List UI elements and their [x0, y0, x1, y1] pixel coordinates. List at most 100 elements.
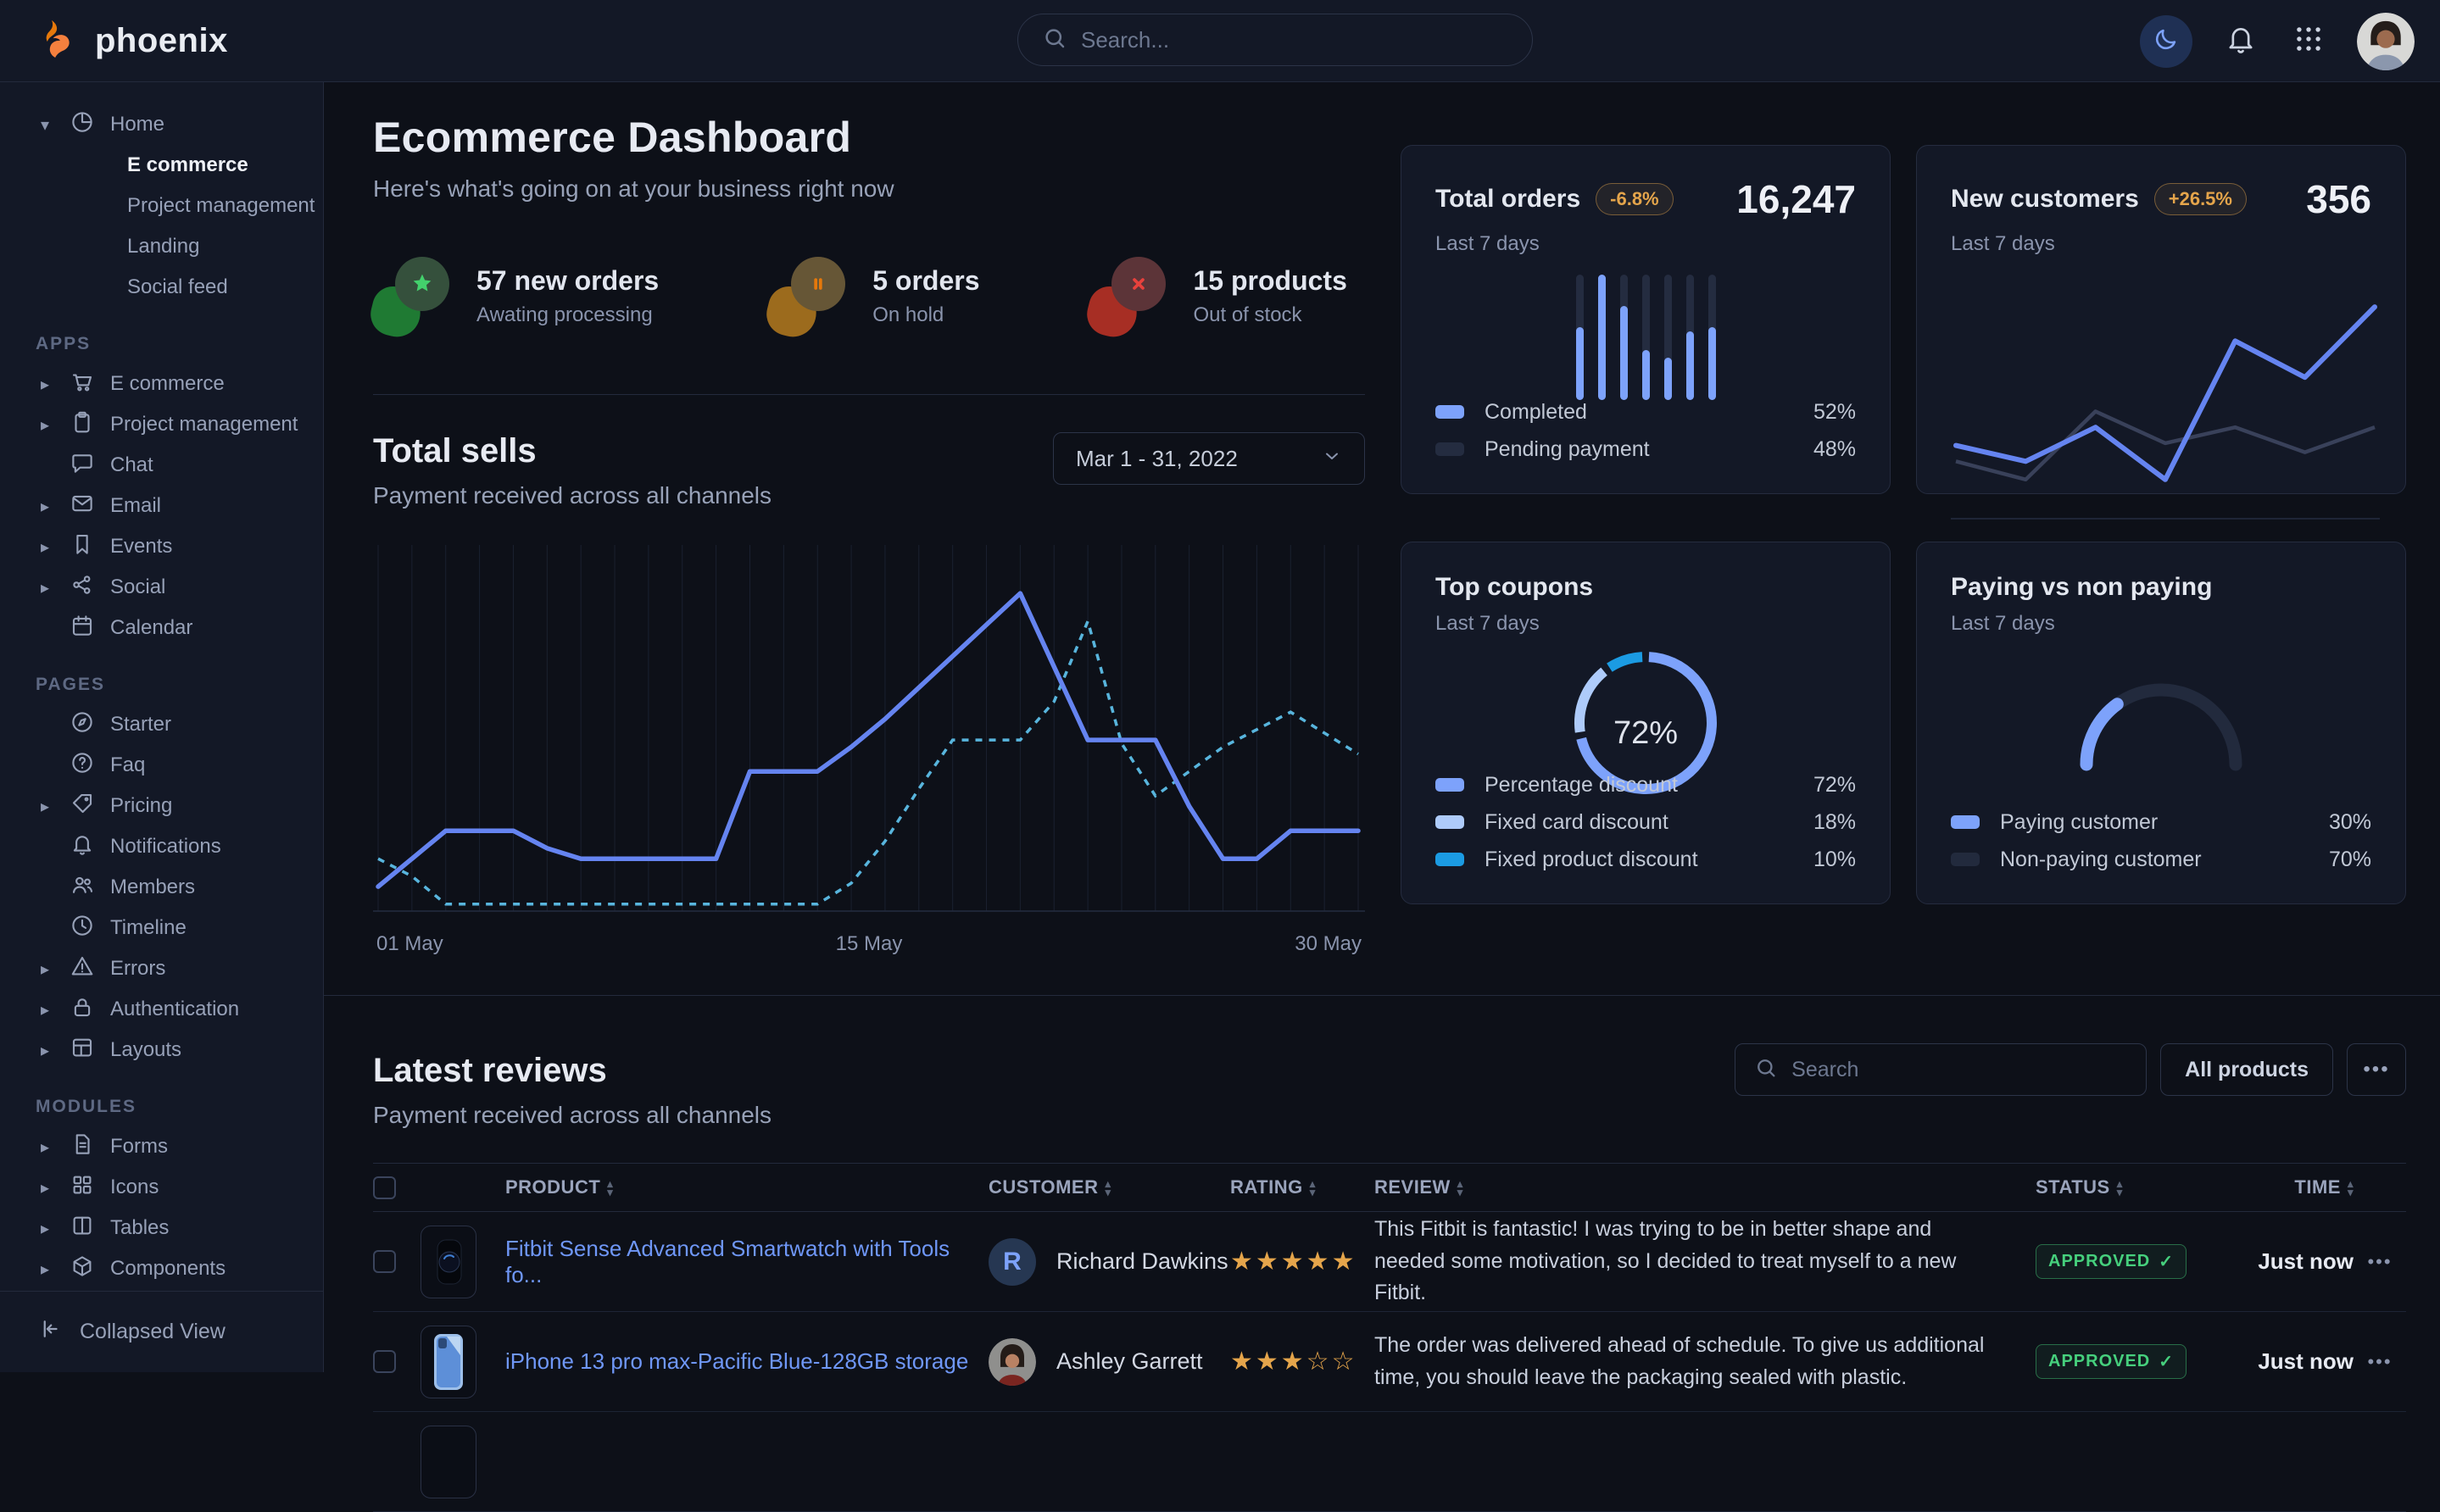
sidebar-section-label: APPS	[0, 325, 323, 364]
sidebar-item-chat[interactable]: ▸Chat	[0, 445, 323, 486]
new-customers-value: 356	[2306, 176, 2371, 222]
sidebar-item-icons[interactable]: ▸Icons	[0, 1167, 323, 1208]
user-avatar[interactable]	[2357, 13, 2415, 70]
sidebar-item-faq[interactable]: ▸Faq	[0, 745, 323, 786]
global-search[interactable]	[1017, 14, 1533, 66]
sidebar-subitem-social-feed[interactable]: Social feed	[0, 267, 323, 308]
paying-legend: Paying customer30% Non-paying customer 70%	[1951, 803, 2371, 878]
stat-awating-processing: 57 new ordersAwating processing	[373, 257, 659, 335]
new-customers-delta-badge: +26.5%	[2154, 183, 2247, 215]
date-range-select[interactable]: Mar 1 - 31, 2022	[1053, 432, 1365, 485]
sidebar-item-errors[interactable]: ▸Errors	[0, 948, 323, 989]
caret-right-icon: ▸	[36, 536, 54, 558]
order-stats-row: 57 new ordersAwating processing5 ordersO…	[373, 257, 1365, 335]
sidebar-item-label: Pricing	[110, 794, 172, 818]
column-header-status[interactable]: STATUS▴▾	[2036, 1176, 2226, 1198]
apps-grid-button[interactable]	[2289, 22, 2328, 61]
caret-right-icon: ▸	[36, 414, 54, 436]
order-bar	[1708, 275, 1716, 400]
order-bar	[1598, 275, 1606, 400]
product-link[interactable]: Fitbit Sense Advanced Smartwatch with To…	[505, 1236, 950, 1287]
paying-title: Paying vs non paying	[1951, 573, 2212, 602]
review-row	[373, 1412, 2406, 1512]
column-header-review[interactable]: REVIEW▴▾	[1374, 1176, 2036, 1198]
all-products-button[interactable]: All products	[2160, 1043, 2333, 1096]
question-circle-icon	[70, 750, 95, 781]
sidebar-item-social[interactable]: ▸Social	[0, 567, 323, 608]
column-header-product[interactable]: PRODUCT▴▾	[505, 1176, 989, 1198]
column-header-rating[interactable]: RATING▴▾	[1230, 1176, 1374, 1198]
caret-right-icon: ▸	[36, 796, 54, 817]
check-icon: ✓	[2159, 1351, 2174, 1372]
row-actions-button[interactable]: •••	[2354, 1251, 2406, 1273]
new-customers-period: Last 7 days	[1951, 232, 2371, 256]
clipboard-icon	[70, 409, 95, 441]
rating-stars: ★★★★★	[1230, 1247, 1374, 1276]
notifications-button[interactable]	[2221, 22, 2260, 61]
donut-center-value: 72%	[1565, 715, 1726, 752]
legend-value: 70%	[2329, 848, 2371, 872]
sidebar-subitem-e-commerce[interactable]: E commerce	[0, 145, 323, 186]
global-search-input[interactable]	[1081, 27, 1508, 53]
collapse-view-button[interactable]: Collapsed View	[0, 1291, 323, 1372]
column-header-customer[interactable]: CUSTOMER▴▾	[989, 1176, 1230, 1198]
sidebar-item-members[interactable]: ▸Members	[0, 867, 323, 908]
sidebar-item-calendar[interactable]: ▸Calendar	[0, 608, 323, 648]
sidebar-item-pricing[interactable]: ▸ Pricing	[0, 786, 323, 826]
reviews-search[interactable]	[1735, 1043, 2147, 1096]
select-all-checkbox[interactable]	[373, 1176, 396, 1199]
sidebar-item-components[interactable]: ▸Components	[0, 1248, 323, 1289]
axis-tick-label: 01 May	[376, 932, 443, 956]
sidebar-item-authentication[interactable]: ▸Authentication	[0, 989, 323, 1030]
reviews-table-header: PRODUCT▴▾CUSTOMER▴▾RATING▴▾REVIEW▴▾STATU…	[373, 1163, 2406, 1212]
row-actions-button[interactable]: •••	[2354, 1351, 2406, 1373]
sidebar-item-starter[interactable]: ▸Starter	[0, 704, 323, 745]
total-sells-title: Total sells	[373, 432, 772, 470]
sidebar-item-forms[interactable]: ▸Forms	[0, 1126, 323, 1167]
top-navbar: phoenix	[0, 0, 2440, 82]
legend-label: Non-paying customer	[2000, 848, 2202, 872]
row-checkbox[interactable]	[373, 1250, 396, 1273]
customer-avatar	[989, 1338, 1036, 1386]
sidebar-item-timeline[interactable]: ▸Timeline	[0, 908, 323, 948]
sidebar-item-label: Components	[110, 1257, 226, 1281]
legend-row: Paying customer30%	[1951, 803, 2371, 841]
sidebar-item-project-management[interactable]: ▸Project management	[0, 404, 323, 445]
product-link[interactable]: iPhone 13 pro max-Pacific Blue-128GB sto…	[505, 1348, 968, 1374]
latest-reviews-subtitle: Payment received across all channels	[373, 1102, 2406, 1129]
sidebar-item-layouts[interactable]: ▸Layouts	[0, 1030, 323, 1070]
total-orders-legend: Completed52%Pending payment48%	[1435, 393, 1856, 468]
legend-swatch	[1435, 442, 1464, 456]
reviews-more-button[interactable]: •••	[2347, 1043, 2406, 1096]
stat-value: 5 orders	[872, 265, 979, 297]
legend-swatch	[1435, 815, 1464, 829]
reviews-search-input[interactable]	[1791, 1058, 2127, 1082]
legend-row: Fixed card discount18%	[1435, 803, 1856, 841]
sidebar-subitem-project-management[interactable]: Project management	[0, 186, 323, 226]
customer-name: Richard Dawkins	[1056, 1248, 1228, 1275]
legend-label: Pending payment	[1485, 437, 1650, 462]
page-subtitle: Here's what's going on at your business …	[373, 175, 1365, 203]
product-thumbnail[interactable]	[421, 1326, 476, 1398]
column-header-time[interactable]: TIME▴▾	[2226, 1176, 2354, 1198]
sidebar-item-label: Chat	[110, 453, 153, 477]
bell-icon	[70, 831, 95, 863]
sidebar-item-tables[interactable]: ▸Tables	[0, 1208, 323, 1248]
sidebar-item-e-commerce[interactable]: ▸E commerce	[0, 364, 323, 404]
sidebar-item-label: E commerce	[110, 372, 225, 396]
product-thumbnail[interactable]	[421, 1426, 476, 1498]
sidebar-item-notifications[interactable]: ▸Notifications	[0, 826, 323, 867]
brand-logo[interactable]: phoenix	[0, 17, 322, 65]
review-time: Just now	[2226, 1248, 2354, 1275]
paying-gauge-chart	[1917, 670, 2405, 782]
sidebar-item-home[interactable]: ▾Home	[0, 104, 323, 145]
row-checkbox[interactable]	[373, 1350, 396, 1373]
sidebar-subitem-landing[interactable]: Landing	[0, 226, 323, 267]
legend-row: Percentage discount72%	[1435, 766, 1856, 803]
tag-icon	[70, 791, 95, 822]
sidebar-item-events[interactable]: ▸Events	[0, 526, 323, 567]
sidebar-item-email[interactable]: ▸Email	[0, 486, 323, 526]
product-thumbnail[interactable]	[421, 1226, 476, 1298]
theme-toggle-button[interactable]	[2140, 15, 2192, 68]
caret-right-icon: ▸	[36, 577, 54, 598]
